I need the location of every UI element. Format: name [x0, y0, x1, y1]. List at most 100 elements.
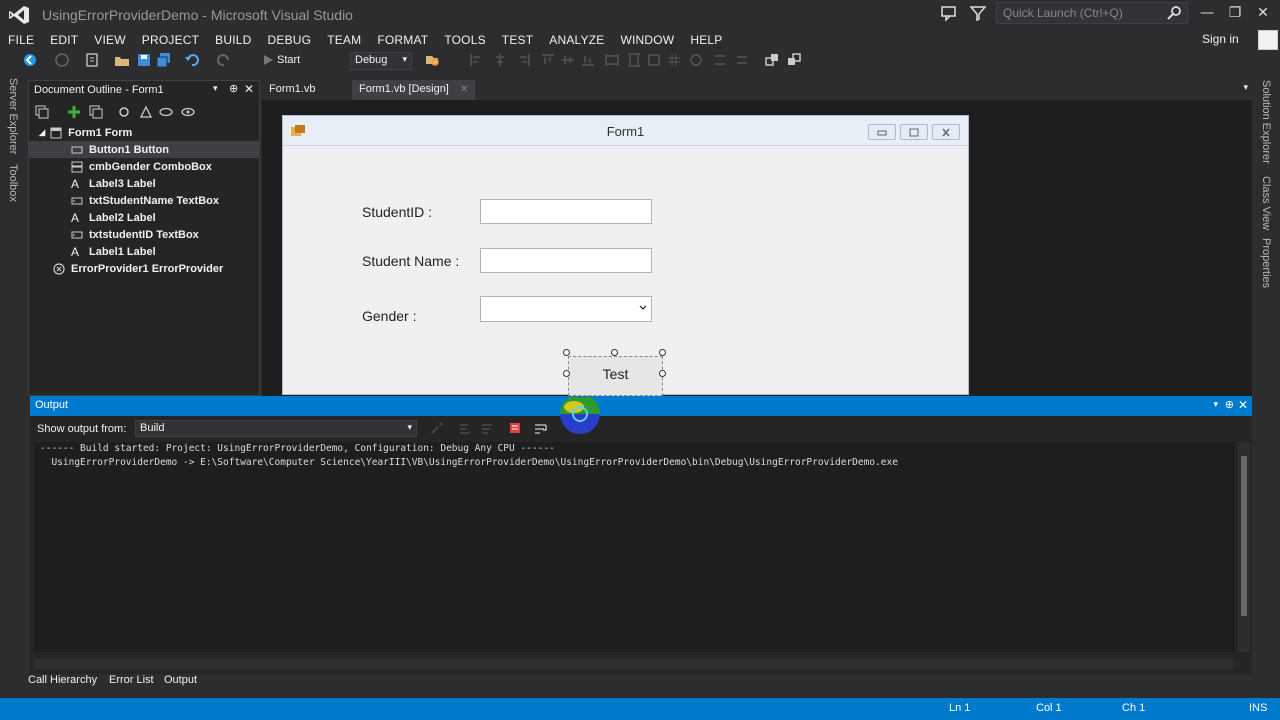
- quick-launch-input[interactable]: Quick Launch (Ctrl+Q): [996, 2, 1188, 24]
- side-tab-toolbox[interactable]: Toolbox: [7, 164, 19, 202]
- notification-icon[interactable]: [940, 4, 958, 22]
- send-to-back-icon[interactable]: [786, 52, 802, 68]
- maximize-button[interactable]: ❐: [1222, 4, 1248, 24]
- tree-item-cmbgender[interactable]: cmbGender ComboBox: [71, 158, 212, 175]
- size-to-grid-icon[interactable]: [666, 52, 682, 68]
- resize-handle[interactable]: [659, 349, 666, 356]
- menu-analyze[interactable]: ANALYZE: [541, 33, 612, 47]
- align-rights-icon[interactable]: [516, 52, 532, 68]
- menu-edit[interactable]: EDIT: [42, 33, 86, 47]
- expand-all-icon[interactable]: [35, 105, 49, 119]
- tab-output[interactable]: Output: [164, 674, 197, 686]
- menu-build[interactable]: BUILD: [207, 33, 259, 47]
- move-down-icon[interactable]: [139, 105, 153, 119]
- chevron-down-icon[interactable]: ▾: [1213, 399, 1218, 410]
- find-message-icon[interactable]: [430, 421, 444, 435]
- account-avatar[interactable]: [1258, 30, 1278, 50]
- scrollbar-thumb[interactable]: [1241, 456, 1247, 616]
- output-source-select[interactable]: Build ▾: [135, 420, 417, 437]
- close-icon[interactable]: ✕: [460, 84, 468, 95]
- menu-view[interactable]: VIEW: [86, 33, 133, 47]
- tree-item-label3[interactable]: A Label3 Label: [71, 175, 156, 192]
- menu-help[interactable]: HELP: [682, 33, 730, 47]
- open-file-icon[interactable]: [114, 52, 130, 68]
- label-student-name[interactable]: Student Name :: [362, 253, 459, 269]
- redo-icon[interactable]: [216, 52, 232, 68]
- search-icon[interactable]: [1166, 5, 1182, 21]
- navigate-back-icon[interactable]: [22, 52, 38, 68]
- solution-configuration-select[interactable]: Debug ▾: [350, 52, 412, 70]
- menu-tools[interactable]: TOOLS: [436, 33, 493, 47]
- tree-item-txtstudentname[interactable]: txtStudentName TextBox: [71, 192, 219, 209]
- menu-file[interactable]: FILE: [0, 33, 42, 47]
- form-close-button[interactable]: [932, 124, 960, 140]
- student-name-textbox[interactable]: [480, 248, 652, 273]
- side-tab-solution-explorer[interactable]: Solution Explorer: [1260, 80, 1272, 164]
- side-tab-server-explorer[interactable]: Server Explorer: [7, 78, 19, 154]
- save-all-icon[interactable]: [156, 52, 172, 68]
- tab-call-hierarchy[interactable]: Call Hierarchy: [28, 674, 97, 686]
- move-in-icon[interactable]: [159, 105, 173, 119]
- menu-project[interactable]: PROJECT: [134, 33, 207, 47]
- move-out-icon[interactable]: [181, 105, 195, 119]
- start-debugging-icon[interactable]: [260, 52, 276, 68]
- resize-handle[interactable]: [563, 349, 570, 356]
- align-lefts-icon[interactable]: [468, 52, 484, 68]
- resize-handle[interactable]: [563, 370, 570, 377]
- align-tops-icon[interactable]: [540, 52, 556, 68]
- pin-icon[interactable]: ⊕: [1225, 398, 1234, 411]
- form1-window[interactable]: Form1 StudentID : Student Name : Gender …: [282, 115, 969, 396]
- center-horizontally-icon[interactable]: [734, 52, 750, 68]
- close-button[interactable]: ✕: [1250, 4, 1276, 24]
- add-icon[interactable]: [67, 105, 81, 119]
- bring-to-front-icon[interactable]: [764, 52, 780, 68]
- vertical-spacing-icon[interactable]: [712, 52, 728, 68]
- tree-item-errorprovider1[interactable]: ErrorProvider1 ErrorProvider: [53, 260, 223, 277]
- tree-item-form1[interactable]: ◢ Form1 Form: [39, 124, 132, 141]
- tab-form1-vb[interactable]: Form1.vb: [262, 80, 322, 100]
- student-id-textbox[interactable]: [480, 199, 652, 224]
- pin-icon[interactable]: ⊕: [229, 82, 238, 95]
- start-button-label[interactable]: Start: [277, 54, 300, 66]
- expand-triangle-icon[interactable]: ◢: [39, 128, 45, 137]
- find-in-files-icon[interactable]: [424, 52, 440, 68]
- label-gender[interactable]: Gender :: [362, 308, 416, 324]
- tab-form1-design[interactable]: Form1.vb [Design] ✕: [352, 80, 476, 100]
- side-tab-properties[interactable]: Properties: [1260, 238, 1272, 288]
- minimize-button[interactable]: —: [1194, 4, 1220, 24]
- form-minimize-button[interactable]: [868, 124, 896, 140]
- label-student-id[interactable]: StudentID :: [362, 204, 432, 220]
- clear-all-icon[interactable]: [508, 421, 522, 435]
- make-same-size-icon[interactable]: [646, 52, 662, 68]
- make-same-width-icon[interactable]: [604, 52, 620, 68]
- tree-item-label1[interactable]: A Label1 Label: [71, 243, 156, 260]
- move-up-icon[interactable]: [117, 105, 131, 119]
- resize-handle[interactable]: [611, 349, 618, 356]
- horizontal-spacing-icon[interactable]: [688, 52, 704, 68]
- output-text-area[interactable]: ------ Build started: Project: UsingErro…: [34, 442, 1234, 652]
- tab-error-list[interactable]: Error List: [109, 674, 154, 686]
- menu-window[interactable]: WINDOW: [612, 33, 682, 47]
- output-horizontal-scrollbar[interactable]: [34, 658, 1234, 670]
- chevron-down-icon[interactable]: ▾: [1243, 83, 1248, 93]
- feedback-filter-icon[interactable]: [970, 4, 986, 22]
- collapse-all-icon[interactable]: [89, 105, 103, 119]
- menu-team[interactable]: TEAM: [319, 33, 369, 47]
- tree-item-button1[interactable]: Button1 Button: [29, 141, 259, 158]
- align-middles-icon[interactable]: [560, 52, 576, 68]
- output-vertical-scrollbar[interactable]: [1238, 442, 1250, 652]
- next-message-icon[interactable]: [480, 421, 494, 435]
- make-same-height-icon[interactable]: [626, 52, 642, 68]
- align-bottoms-icon[interactable]: [580, 52, 596, 68]
- form-maximize-button[interactable]: [900, 124, 928, 140]
- chevron-down-icon[interactable]: ▾: [213, 83, 218, 94]
- previous-message-icon[interactable]: [458, 421, 472, 435]
- menu-test[interactable]: TEST: [494, 33, 541, 47]
- close-icon[interactable]: ✕: [1238, 398, 1248, 412]
- test-button[interactable]: Test: [568, 356, 663, 396]
- sign-in-link[interactable]: Sign in: [1202, 32, 1239, 46]
- resize-handle[interactable]: [659, 370, 666, 377]
- new-project-icon[interactable]: [84, 52, 100, 68]
- navigate-forward-icon[interactable]: [54, 52, 70, 68]
- close-icon[interactable]: ✕: [244, 82, 254, 96]
